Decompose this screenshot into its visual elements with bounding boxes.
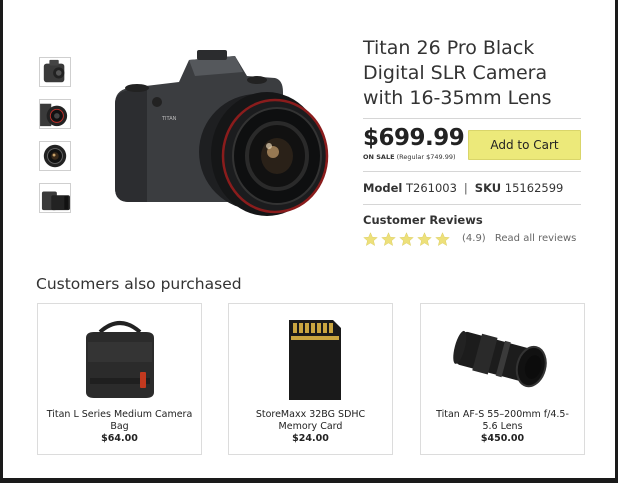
- add-to-cart-button[interactable]: Add to Cart: [468, 130, 581, 160]
- camera-lens-icon: [40, 103, 68, 127]
- product-card-image: [38, 312, 201, 407]
- sale-info: ON SALE (Regular $749.99): [363, 153, 456, 161]
- product-card[interactable]: Titan L Series Medium Camera Bag $64.00: [37, 303, 202, 455]
- read-all-reviews-link[interactable]: Read all reviews: [495, 233, 576, 244]
- product-card[interactable]: Titan AF-S 55–200mm f/4.5-5.6 Lens $450.…: [420, 303, 585, 455]
- model-value: T261003: [405, 181, 457, 195]
- product-card-name: Titan L Series Medium Camera Bag: [46, 409, 193, 432]
- rating-value: (4.9): [462, 233, 486, 244]
- product-card-price: $450.00: [480, 433, 525, 444]
- product-title: Titan 26 Pro Black Digital SLR Camera wi…: [363, 37, 552, 109]
- camera-body-icon: [43, 59, 65, 83]
- thumbnail-4[interactable]: [39, 183, 71, 213]
- reviews-heading: Customer Reviews: [363, 213, 483, 227]
- memory-card-icon: [288, 320, 341, 400]
- product-card-price: $64.00: [101, 433, 138, 444]
- sku-value: 15162599: [504, 181, 564, 195]
- star-icon: [381, 232, 396, 246]
- thumbnail-3[interactable]: [39, 141, 71, 171]
- camera-side-icon: [41, 191, 70, 211]
- star-icon: [435, 232, 450, 246]
- product-meta: Model T261003 | SKU 15162599: [363, 181, 563, 195]
- sale-badge: ON SALE: [363, 153, 395, 161]
- star-icon: [363, 232, 378, 246]
- product-card-name: Titan AF-S 55–200mm f/4.5-5.6 Lens: [436, 409, 569, 432]
- regular-price: (Regular $749.99): [396, 153, 456, 161]
- zoom-lens-icon: [452, 330, 547, 388]
- also-purchased-heading: Customers also purchased: [36, 275, 242, 293]
- star-icon: [399, 232, 414, 246]
- thumbnail-2[interactable]: [39, 99, 71, 129]
- product-card-image: [421, 312, 584, 407]
- product-card-name: StoreMaxx 32BG SDHC Memory Card: [255, 409, 366, 432]
- camera-front-icon: [43, 144, 67, 168]
- product-card-image: [229, 312, 392, 407]
- camera-bag-icon: [85, 321, 154, 398]
- star-rating: [363, 232, 450, 247]
- meta-separator: |: [463, 181, 468, 195]
- model-label: Model: [363, 181, 403, 195]
- camera-icon: TITAN: [115, 50, 329, 216]
- product-main-image: TITAN: [107, 42, 329, 222]
- divider: [363, 118, 581, 119]
- rating-summary: (4.9) Read all reviews: [462, 233, 576, 244]
- product-card[interactable]: StoreMaxx 32BG SDHC Memory Card $24.00: [228, 303, 393, 455]
- product-page: TITAN Titan 26 Pro Black Digital SLR Cam…: [3, 0, 615, 478]
- svg-text:TITAN: TITAN: [161, 116, 177, 122]
- divider: [363, 204, 581, 205]
- product-price: $699.99: [363, 125, 465, 151]
- sku-label: SKU: [474, 181, 502, 195]
- product-card-price: $24.00: [292, 433, 329, 444]
- star-icon: [417, 232, 432, 246]
- divider: [363, 171, 581, 172]
- thumbnail-1[interactable]: [39, 57, 71, 87]
